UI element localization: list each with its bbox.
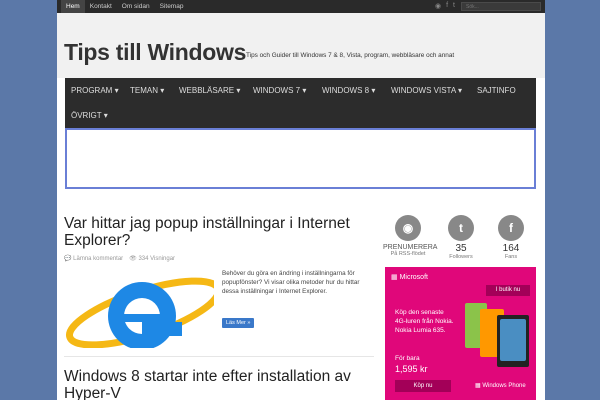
top-bar: Hem Kontakt Om sidan Sitemap ◉ f t [57,0,545,13]
windows-phone-text: Windows Phone [482,383,526,389]
microsoft-brand: Microsoft [399,274,428,281]
site-tagline: Tips och Guider till Windows 7 & 8, Vist… [246,52,455,59]
menu-item-label: WINDOWS 8 [322,86,370,95]
twitter-count: 35 [455,243,467,254]
ad-text: Köp den senaste 4G-luren från Nokia. Nok… [395,309,454,334]
buy-button[interactable]: Köp nu [395,380,451,392]
facebook-count: 164 [502,243,520,254]
rss-icon[interactable]: ◉ [435,2,441,10]
top-nav-sitemap[interactable]: Sitemap [155,0,189,13]
menu-item-windows-vista[interactable]: WINDOWS VISTA ▾ [391,86,462,95]
facebook-label: Fans [504,254,518,260]
twitter-label: Followers [449,254,473,260]
price-label: För bara [395,355,420,362]
menu-item-sajtinfo[interactable]: SAJTINFO [477,86,516,95]
post-title[interactable]: Windows 8 startar inte efter installatio… [64,368,394,400]
menu-item-program[interactable]: PROGRAM ▾ [71,86,119,95]
microsoft-ad[interactable]: ▦ Microsoft I butik nu Köp den senaste 4… [385,267,536,400]
price: 1,595 kr [395,364,428,374]
menu-item-label: PROGRAM [71,86,113,95]
rss-widget[interactable]: ◉ PRENUMERERA På RSS-flödet [383,215,438,257]
menu-item-windows7[interactable]: WINDOWS 7 ▾ [253,86,306,95]
top-nav-about[interactable]: Om sidan [117,0,155,13]
divider [64,356,374,357]
facebook-icon: f [498,215,524,241]
main-menu: PROGRAM ▾ TEMAN ▾ WEBBLÄSARE ▾ WINDOWS 7… [65,78,536,128]
post-thumbnail[interactable] [64,268,214,348]
internet-explorer-logo-icon [66,277,214,348]
top-social-icons: ◉ f t [435,2,455,10]
read-more-button[interactable]: Läs Mer » [222,318,255,328]
rss-sub: På RSS-flödet [390,251,426,257]
header: Tips till Windows Tips och Guider till W… [57,13,545,78]
menu-item-label: WEBBLÄSARE [179,86,235,95]
microsoft-logo: ▦ Microsoft [391,274,428,281]
post-meta: 💬 Lämna kommentar 👁 334 Visningar [64,255,175,262]
menu-item-webblasare[interactable]: WEBBLÄSARE ▾ [179,86,240,95]
rss-label: PRENUMERERA [383,244,438,251]
phone-screen [500,319,526,361]
views-count: 👁 334 Visningar [129,256,176,262]
ad-banner[interactable] [65,128,536,189]
menu-item-teman[interactable]: TEMAN ▾ [130,86,164,95]
post-title[interactable]: Var hittar jag popup inställningar i Int… [64,215,364,249]
menu-item-label: WINDOWS VISTA [391,86,456,95]
windows-phone-logo: ▦ Windows Phone [475,383,526,389]
facebook-widget[interactable]: f 164 Fans [486,215,536,260]
site-logo[interactable]: Tips till Windows [64,39,246,66]
top-nav: Hem Kontakt Om sidan Sitemap [57,0,188,13]
rss-icon: ◉ [395,215,421,241]
menu-item-ovrigt[interactable]: ÖVRIGT ▾ [71,111,108,120]
comment-text: Lämna kommentar [73,256,124,262]
menu-item-label: SAJTINFO [477,86,516,95]
page: Tips till Windows Tips och Guider till W… [57,13,545,400]
shop-badge: I butik nu [486,285,530,296]
twitter-widget[interactable]: t 35 Followers [436,215,486,260]
menu-item-windows8[interactable]: WINDOWS 8 ▾ [322,86,375,95]
twitter-icon[interactable]: t [453,2,455,10]
search-input[interactable] [461,2,541,11]
post-excerpt: Behöver du göra en ändring i inställning… [222,270,360,295]
menu-item-label: WINDOWS 7 [253,86,301,95]
top-nav-home[interactable]: Hem [61,0,85,13]
facebook-icon[interactable]: f [446,2,448,10]
twitter-icon: t [448,215,474,241]
menu-item-label: ÖVRIGT [71,111,102,120]
menu-item-label: TEMAN [130,86,158,95]
comment-link[interactable]: 💬 Lämna kommentar [64,255,123,262]
top-nav-contact[interactable]: Kontakt [85,0,117,13]
views-text: 334 Visningar [138,256,176,262]
